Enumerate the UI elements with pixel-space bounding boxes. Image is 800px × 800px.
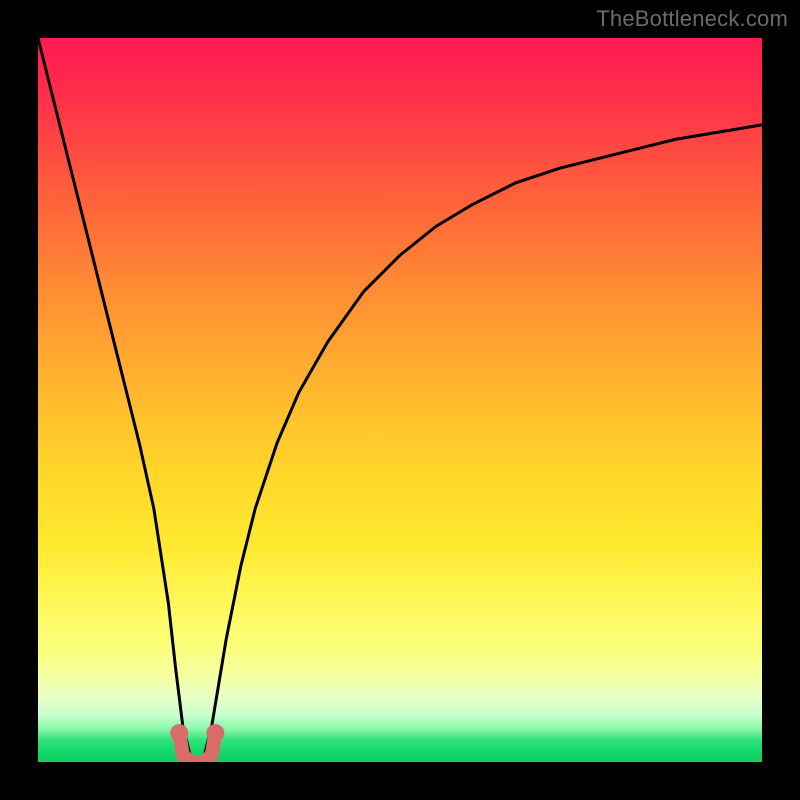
notch-endpoint xyxy=(206,724,224,742)
notch-endpoint xyxy=(170,724,188,742)
plot-area xyxy=(38,38,762,762)
curve-layer xyxy=(38,38,762,762)
watermark-text: TheBottleneck.com xyxy=(596,6,788,32)
notch-markers xyxy=(170,724,224,762)
bottleneck-curve xyxy=(38,38,762,762)
chart-frame: TheBottleneck.com xyxy=(0,0,800,800)
